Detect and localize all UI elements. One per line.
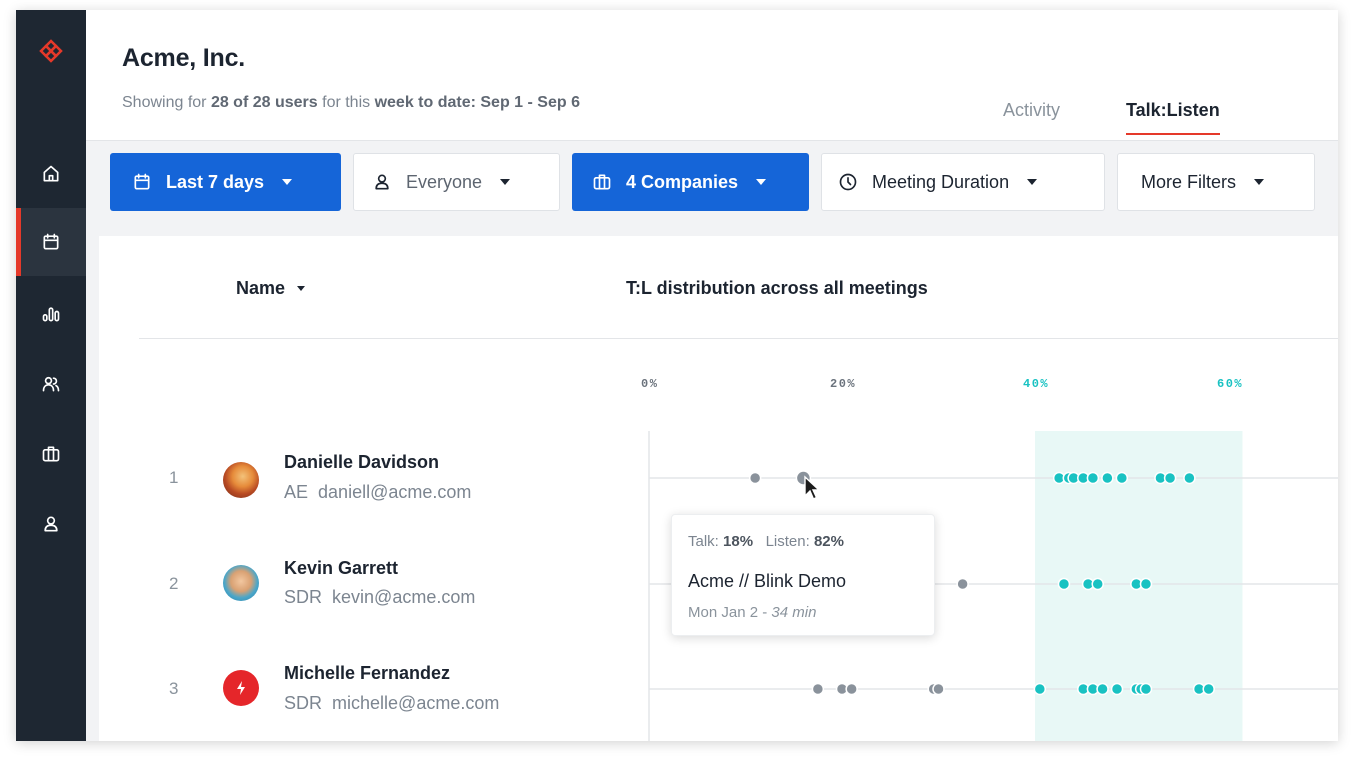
app-window: Acme, Inc. Showing for 28 of 28 users fo… [16, 10, 1338, 741]
talk-listen-table: Name T:L distribution across all meeting… [99, 236, 1338, 741]
person-name[interactable]: Kevin Garrett [284, 558, 398, 579]
people-filter[interactable]: Everyone [353, 153, 560, 211]
meeting-dot[interactable] [1115, 471, 1129, 485]
clock-icon [839, 173, 857, 191]
person-meta: SDR kevin@acme.com [284, 587, 476, 607]
tooltip-meeting-title[interactable]: Acme // Blink Demo [688, 571, 846, 592]
meeting-dot[interactable] [811, 682, 825, 696]
companies-filter-label: 4 Companies [626, 171, 739, 192]
sidebar [16, 10, 86, 741]
person-name[interactable]: Michelle Fernandez [284, 663, 450, 684]
calendar-icon [134, 173, 150, 190]
briefcase-icon [42, 446, 60, 462]
sidebar-item-team[interactable] [16, 350, 86, 418]
more-filters-label: More Filters [1141, 171, 1237, 192]
bolt-icon [237, 681, 245, 695]
tooltip-stats: Talk: 18% Listen: 82% [688, 533, 844, 550]
meeting-duration-label: Meeting Duration [872, 171, 1010, 192]
date-range-filter[interactable]: Last 7 days [110, 153, 341, 211]
sidebar-item-home[interactable] [16, 140, 86, 208]
meeting-duration-filter[interactable]: Meeting Duration [821, 153, 1105, 211]
companies-filter[interactable]: 4 Companies [572, 153, 809, 211]
bar-chart-icon [42, 307, 60, 322]
sidebar-item-calendar[interactable] [16, 208, 86, 276]
user-icon [44, 516, 58, 532]
person-name[interactable]: Danielle Davidson [284, 452, 439, 473]
meeting-dot[interactable] [1091, 577, 1104, 591]
meeting-tooltip: Talk: 18% Listen: 82% Acme // Blink Demo… [671, 514, 935, 636]
meeting-dot[interactable] [1101, 471, 1114, 485]
person-meta: SDR michelle@acme.com [284, 693, 500, 713]
calendar-icon [43, 233, 59, 250]
row-rank: 1 [169, 468, 179, 487]
meeting-dot[interactable] [1139, 682, 1153, 696]
logo-icon[interactable] [38, 38, 64, 64]
meeting-dot[interactable] [1110, 682, 1124, 696]
tick-label-40: 40% [1023, 377, 1050, 391]
meeting-dot[interactable] [1163, 471, 1177, 485]
chevron-down-icon [756, 179, 767, 185]
meeting-dot[interactable] [932, 682, 945, 696]
tooltip-meeting-date: Mon Jan 2 - 34 min [688, 604, 817, 621]
person-meta: AE daniell@acme.com [284, 482, 472, 502]
meeting-dot[interactable] [748, 471, 762, 485]
meeting-dot[interactable] [956, 577, 969, 591]
meeting-dot[interactable] [1183, 471, 1196, 485]
meeting-dot[interactable] [1202, 682, 1215, 696]
page-subtitle: Showing for 28 of 28 users for this week… [122, 94, 580, 111]
row-rank: 3 [169, 679, 179, 698]
sidebar-item-analytics[interactable] [16, 280, 86, 348]
tab-talk-listen[interactable]: Talk:Listen [1126, 100, 1220, 135]
chevron-down-icon [500, 179, 511, 185]
tick-label-0: 0% [641, 377, 659, 391]
sidebar-item-companies[interactable] [16, 420, 86, 488]
chevron-down-icon [1027, 179, 1038, 185]
sidebar-item-profile[interactable] [16, 490, 86, 558]
tick-label-20: 20% [830, 377, 857, 391]
chevron-down-icon [1254, 179, 1265, 185]
tab-activity[interactable]: Activity [1003, 100, 1060, 121]
meeting-dot[interactable] [845, 682, 858, 696]
user-icon [375, 174, 389, 190]
meeting-dot[interactable] [1086, 471, 1100, 485]
home-icon [43, 165, 59, 182]
meeting-dot[interactable] [1057, 577, 1071, 591]
meeting-dot[interactable] [1139, 577, 1153, 591]
mouse-cursor-icon [804, 475, 821, 500]
date-range-label: Last 7 days [166, 171, 265, 192]
page-header: Acme, Inc. Showing for 28 of 28 users fo… [86, 10, 1338, 141]
avatar [223, 565, 259, 601]
briefcase-icon [593, 174, 611, 190]
people-filter-label: Everyone [406, 171, 483, 192]
page-title: Acme, Inc. [122, 44, 246, 72]
avatar [223, 462, 259, 498]
meeting-dot[interactable] [1033, 682, 1047, 696]
meeting-dot[interactable] [1096, 682, 1109, 696]
more-filters-button[interactable]: More Filters [1117, 153, 1315, 211]
row-rank: 2 [169, 574, 179, 593]
chevron-down-icon [282, 179, 293, 185]
tick-label-60: 60% [1217, 377, 1244, 391]
users-icon [42, 376, 60, 392]
avatar [223, 670, 259, 706]
